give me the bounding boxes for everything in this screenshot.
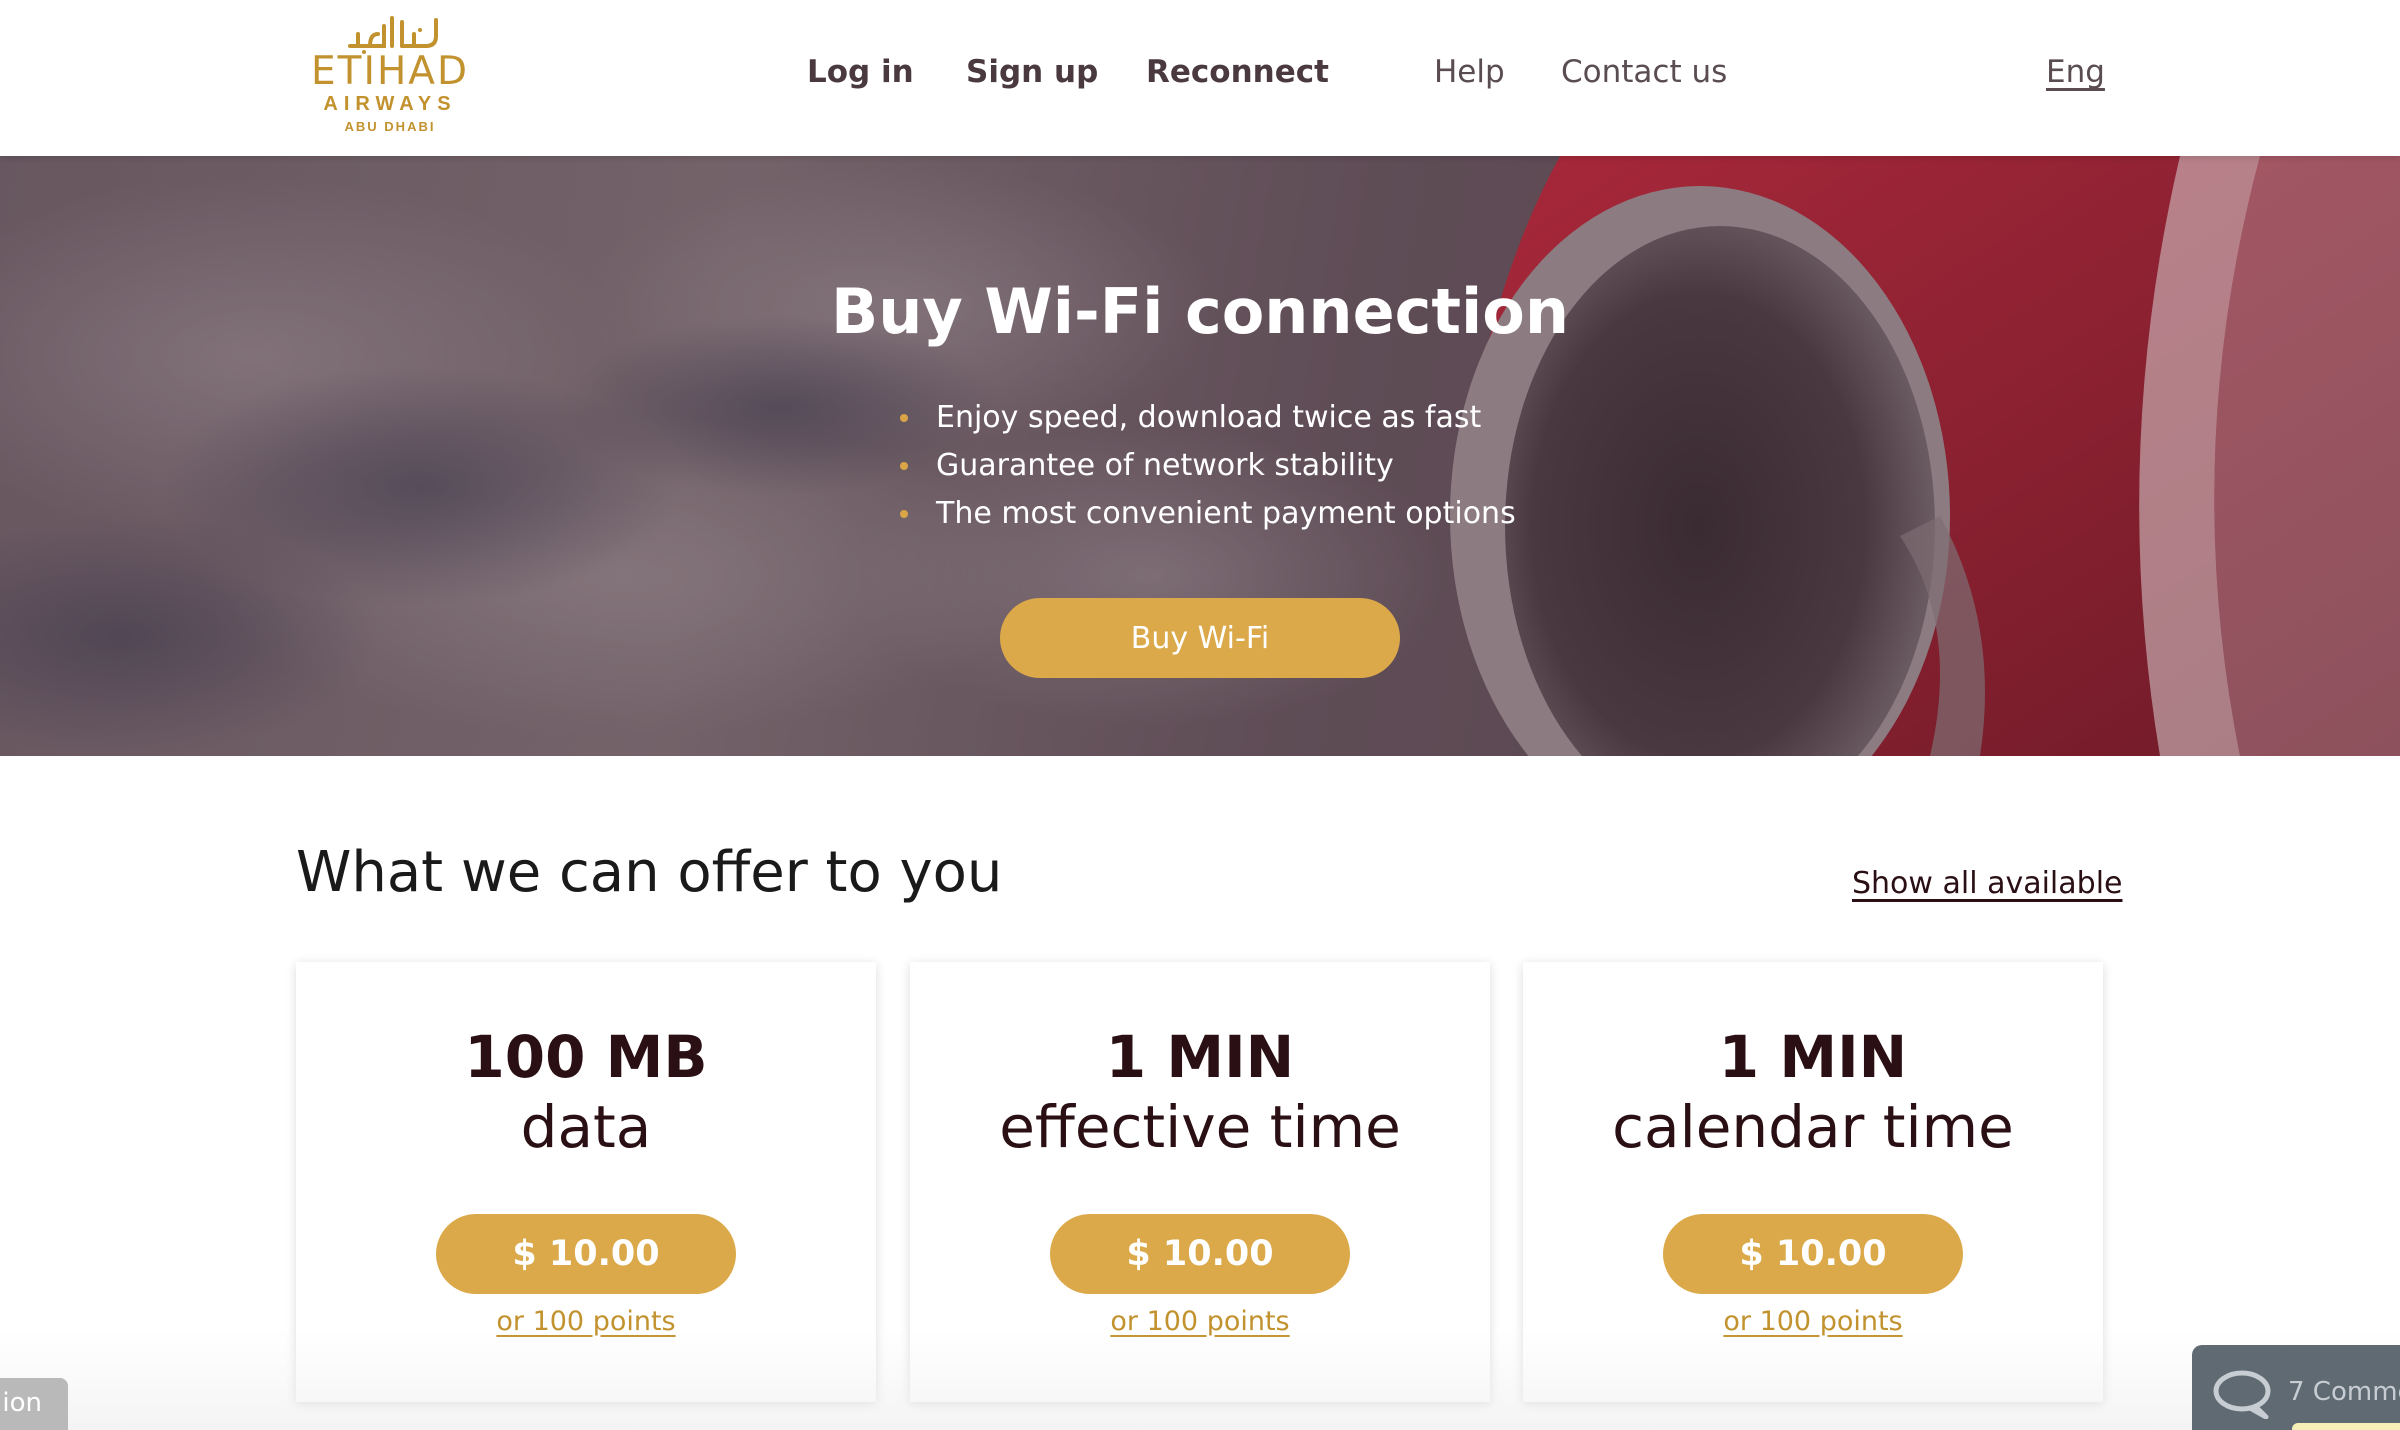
show-all-available-link[interactable]: Show all available — [1852, 866, 2122, 901]
hero-benefit-item: The most convenient payment options — [898, 490, 1598, 538]
offer-unit: data — [520, 1093, 652, 1161]
logo-name: ETIHAD — [310, 49, 469, 94]
offer-amount: 100 MB — [464, 1023, 708, 1091]
offer-card-calendar-time: 1 MIN calendar time $ 10.00 or 100 point… — [1523, 962, 2103, 1402]
logo-abu-dhabi: ABU DHABI — [344, 119, 436, 134]
language-selector[interactable]: Eng — [2046, 52, 2105, 92]
buy-wifi-button[interactable]: Buy Wi-Fi — [1000, 598, 1400, 678]
hero-banner: Buy Wi-Fi connection Enjoy speed, downlo… — [0, 156, 2400, 756]
bullet-dot-icon — [900, 414, 908, 422]
nav-login-link[interactable]: Log in — [807, 52, 914, 92]
offer-unit: effective time — [999, 1093, 1401, 1161]
offer-unit: calendar time — [1612, 1093, 2014, 1161]
offer-price-button[interactable]: $ 10.00 — [1050, 1214, 1350, 1294]
nav-reconnect-link[interactable]: Reconnect — [1146, 52, 1329, 92]
left-floating-tab[interactable]: ion — [0, 1378, 68, 1430]
hero-title: Buy Wi-Fi connection — [830, 275, 1569, 348]
top-header: ETIHAD AIRWAYS ABU DHABI Log in Sign up … — [0, 0, 2400, 156]
etihad-logo[interactable]: ETIHAD AIRWAYS ABU DHABI — [290, 12, 490, 137]
comments-widget[interactable]: 7 Comme — [2192, 1345, 2400, 1430]
hero-benefit-text: Guarantee of network stability — [936, 448, 1394, 483]
offer-price-button[interactable]: $ 10.00 — [436, 1214, 736, 1294]
offers-section-title: What we can offer to you — [296, 840, 1003, 905]
hero-benefit-text: The most convenient payment options — [936, 496, 1516, 531]
offer-price-button[interactable]: $ 10.00 — [1663, 1214, 1963, 1294]
offer-amount: 1 MIN — [1105, 1023, 1295, 1091]
comment-bubble-icon — [2213, 1370, 2271, 1419]
hero-benefit-item: Guarantee of network stability — [898, 442, 1598, 490]
bullet-dot-icon — [900, 510, 908, 518]
offer-amount: 1 MIN — [1718, 1023, 1908, 1091]
hero-benefit-item: Enjoy speed, download twice as fast — [898, 394, 1598, 442]
offer-card-data: 100 MB data $ 10.00 or 100 points — [296, 962, 876, 1402]
offer-card-effective-time: 1 MIN effective time $ 10.00 or 100 poin… — [910, 962, 1490, 1402]
nav-contact-link[interactable]: Contact us — [1561, 52, 1727, 92]
comments-highlight-bar — [2292, 1423, 2400, 1430]
hero-benefit-text: Enjoy speed, download twice as fast — [936, 400, 1482, 435]
hero-benefits-list: Enjoy speed, download twice as fast Guar… — [898, 394, 1598, 538]
logo-airways: AIRWAYS — [323, 93, 457, 115]
nav-signup-link[interactable]: Sign up — [966, 52, 1098, 92]
offer-points-link[interactable]: or 100 points — [296, 1306, 876, 1337]
offer-points-link[interactable]: or 100 points — [1523, 1306, 2103, 1337]
offer-points-link[interactable]: or 100 points — [910, 1306, 1490, 1337]
nav-help-link[interactable]: Help — [1434, 52, 1505, 92]
left-tab-label: ion — [2, 1388, 42, 1418]
comments-count-label: 7 Comme — [2288, 1377, 2400, 1407]
bullet-dot-icon — [900, 462, 908, 470]
